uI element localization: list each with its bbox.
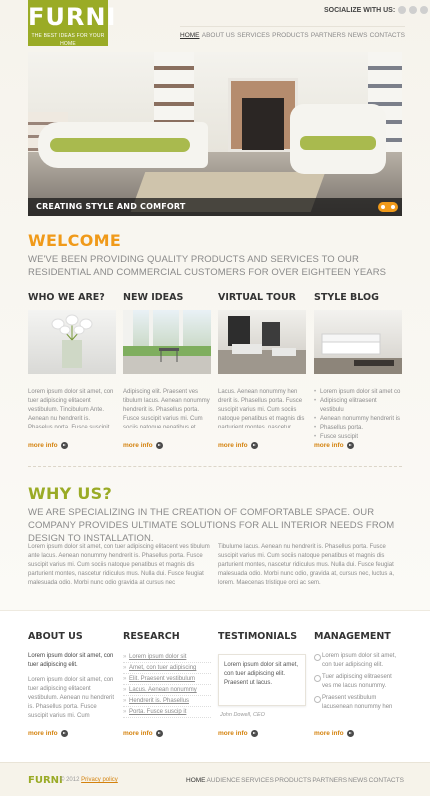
more-info-link[interactable]: more info [218,730,258,737]
hero-caption: CREATING STYLE AND COMFORT [36,202,186,211]
arrow-right-icon [250,442,258,449]
main-nav: HOME ABOUT US SERVICES PRODUCTS PARTNERS… [180,26,405,44]
arrow-right-icon [346,730,354,737]
list-item[interactable]: Hendrerit is. Phasellus [123,696,211,707]
welcome-title: WELCOME [28,231,122,250]
logo-tagline: THE BEST IDEAS FOR YOUR HOME [31,33,105,47]
more-info-link[interactable]: more info [314,442,354,449]
nav-home[interactable]: HOME [180,32,200,39]
arrow-right-icon [60,730,68,737]
list-item[interactable]: Lacus. Aenean nonummy [123,685,211,696]
footer-nav-services[interactable]: SERVICES [241,777,274,784]
site-footer: FURNI © 2012 Privacy policy HOME AUDIENC… [0,762,430,796]
nav-contacts[interactable]: CONTACTS [370,32,405,39]
col-title-virtual-tour: VIRTUAL TOUR [218,292,296,303]
management-list: Lorem ipsum dolor sit amet, con tuer adi… [314,652,402,715]
list-item[interactable]: Lorem ipsum dolor sit amet co [314,388,402,397]
twitter-icon[interactable] [398,6,407,14]
more-info-link[interactable]: more info [28,442,68,449]
col-title-style-blog: STYLE BLOG [314,292,379,303]
list-item[interactable]: Adipiscing elitraesent vestibulu [314,397,402,415]
social-bar: SOCIALIZE WITH US: [324,6,429,14]
list-item[interactable]: Elit. Praesent vestibulum [123,674,211,685]
about-text: Lorem ipsum dolor sit amet, con tuer adi… [28,677,115,719]
divider [28,466,402,467]
col-title-who-we-are: WHO WE ARE? [28,292,105,303]
arrow-right-icon [155,442,163,449]
logo-title: FURNI [28,3,117,31]
rss-icon[interactable] [420,6,429,14]
footer-logo[interactable]: FURNI [28,775,63,786]
list-item[interactable]: Fusce suscipit [314,433,402,442]
thumb-patio[interactable] [123,310,211,374]
list-item[interactable]: Aenean nonummy hendrerit is [314,415,402,424]
more-info-link[interactable]: more info [123,442,163,449]
arrow-right-icon [155,730,163,737]
nav-about-us[interactable]: ABOUT US [202,32,235,39]
testimonial-author: John Dowell, CEO [220,712,265,718]
nav-services[interactable]: SERVICES [237,32,270,39]
col-text-virtual-tour: Lacus. Aenean nonummy hen drerit is. Pha… [218,389,305,428]
widget-title-about: ABOUT US [28,631,83,642]
list-item[interactable]: Praesent vestibulum lacusenean nonummy h… [314,694,402,712]
hero-slider[interactable]: CREATING STYLE AND COMFORT [28,52,402,216]
more-info-link[interactable]: more info [28,730,68,737]
col-title-new-ideas: NEW IDEAS [123,292,184,303]
footer-nav-contacts[interactable]: CONTACTS [369,777,404,784]
arrow-right-icon [346,442,354,449]
research-links: Lorem ipsum dolor sit Amet, con tuer adi… [123,652,211,718]
widget-title-management: MANAGEMENT [314,631,391,642]
about-intro: Lorem ipsum dolor sit amet, con tuer adi… [28,653,114,668]
facebook-icon[interactable] [409,6,418,14]
whyus-lead: WE ARE SPECIALIZING IN THE CREATION OF C… [28,507,395,544]
widget-title-testimonials: TESTIMONIALS [218,631,298,642]
list-item[interactable]: Phasellus porta. [314,424,402,433]
col-text-new-ideas: Adipiscing elit. Praesent ves tibulum la… [123,389,210,428]
whyus-title: WHY US? [28,484,113,503]
footer-nav-partners[interactable]: PARTNERS [312,777,347,784]
nav-products[interactable]: PRODUCTS [272,32,308,39]
thumb-flowers[interactable] [28,310,116,374]
thumb-room[interactable] [218,310,306,374]
col-text-who-we-are: Lorem ipsum dolor sit amet, con tuer adi… [28,389,114,428]
welcome-lead: WE'VE BEEN PROVIDING QUALITY PRODUCTS AN… [28,254,387,278]
style-blog-list: Lorem ipsum dolor sit amet co Adipiscing… [314,388,402,442]
list-item[interactable]: Lorem ipsum dolor sit amet, con tuer adi… [314,652,402,670]
list-item[interactable]: Porta. Fusce suscip it [123,707,211,718]
nav-partners[interactable]: PARTNERS [311,32,346,39]
thumb-sofa[interactable] [314,310,402,374]
more-info-link[interactable]: more info [123,730,163,737]
list-item[interactable]: Lorem ipsum dolor sit [123,652,211,663]
hero-caption-bar: CREATING STYLE AND COMFORT [28,198,402,216]
widget-title-research: RESEARCH [123,631,180,642]
footer-copyright: © 2012 Privacy policy [60,777,118,783]
testimonial-quote: Lorem ipsum dolor sit amet, con tuer adi… [218,654,306,706]
more-info-link[interactable]: more info [218,442,258,449]
whyus-paragraph-left: Lorem ipsum dolor sit amet, con tuer adi… [28,544,210,586]
footer-nav: HOME AUDIENCE SERVICES PRODUCTS PARTNERS… [186,777,404,784]
arrow-right-icon [60,442,68,449]
footer-nav-home[interactable]: HOME [186,777,206,784]
whyus-paragraph-right: Tibulume lacus. Aenean nu hendrerit is. … [218,544,395,586]
nav-news[interactable]: NEWS [348,32,368,39]
privacy-policy-link[interactable]: Privacy policy [81,777,118,783]
list-item[interactable]: Tuer adipiscing elitraesent ves me lacus… [314,673,402,691]
footer-nav-audience[interactable]: AUDIENCE [207,777,241,784]
slider-pagination[interactable] [378,202,398,212]
footer-nav-products[interactable]: PRODUCTS [275,777,311,784]
social-label: SOCIALIZE WITH US: [324,6,396,14]
logo[interactable]: FURNI THE BEST IDEAS FOR YOUR HOME [28,0,117,47]
arrow-right-icon [250,730,258,737]
list-item[interactable]: Amet, con tuer adipiscing [123,663,211,674]
footer-nav-news[interactable]: NEWS [348,777,368,784]
more-info-link[interactable]: more info [314,730,354,737]
